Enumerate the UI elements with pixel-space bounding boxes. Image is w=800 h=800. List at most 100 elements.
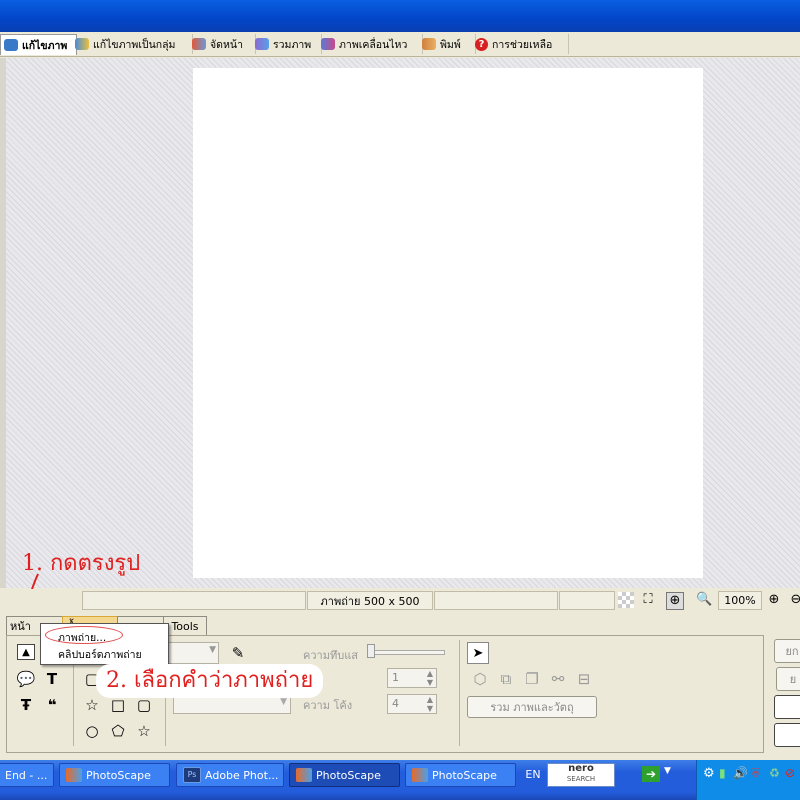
status-field-empty [559,591,615,610]
rounded-square-icon[interactable]: ▢ [135,696,153,714]
text-box-icon[interactable]: Ŧ [17,696,35,714]
chevron-down-icon: ▼ [209,645,216,655]
image-size-label: ภาพถ่าย 500 x 500 [307,591,433,610]
group-icon[interactable]: ⚯ [549,670,567,688]
divider [459,640,460,746]
language-indicator[interactable]: EN [522,763,544,787]
edit-photo-icon [4,39,18,51]
tab-label: จัดหน้า [210,38,243,51]
opacity-slider[interactable] [369,650,445,655]
tab-label: การช่วยเหลือ [492,38,553,51]
actual-size-icon[interactable]: ⊕ [666,592,684,610]
network-icon[interactable]: ⚙ [703,766,715,781]
spin-box-2[interactable]: 4 ▲ ▼ [387,694,437,714]
quote-icon[interactable]: ❝ [43,696,61,714]
taskbar-item-label: End - ... [5,768,48,782]
zoom-out-icon[interactable]: ⊖ [788,592,800,608]
photoshop-icon: Ps [183,767,201,783]
text-icon[interactable]: T [43,670,61,688]
bring-front-icon[interactable]: ⬡ [471,670,489,688]
insert-photo-menu: ภาพถ่าย... คลิปบอร์ดภาพถ่าย [40,623,169,665]
tab-label: ภาพเคลื่อนไหว [339,38,408,51]
chevron-down-icon: ▼ [280,697,287,707]
zoom-in-icon[interactable]: ⊕ [766,592,782,608]
speech-balloon-icon[interactable]: 💬 [17,670,36,688]
taskbar-item[interactable]: Ps Adobe Phot... [176,763,284,787]
zoom-level: 100% [718,591,762,610]
go-icon[interactable]: ➔ [642,766,660,782]
circle-icon[interactable]: ○ [83,722,101,740]
photoscape-icon [66,768,82,782]
spin-box-1[interactable]: 1 ▲ ▼ [387,668,437,688]
tab-tools-label: Tools [171,619,199,633]
tab-combine[interactable]: รวมภาพ [252,34,322,54]
tab-tools[interactable]: Tools [163,616,207,635]
select-pointer-icon[interactable]: ➤ [467,642,489,664]
main-tab-bar: แก้ไขภาพ แก้ไขภาพเป็นกลุ่ม จัดหน้า รวมภา… [0,32,800,57]
tab-help[interactable]: ? การช่วยเหลือ [472,34,569,54]
tab-page-layout[interactable]: จัดหน้า [189,34,256,54]
annotation-step2: 2. เลือกคำว่าภาพถ่าย [96,664,324,698]
star-outline-icon[interactable]: ☆ [135,722,153,740]
status-bar: ภาพถ่าย 500 x 500 ⛶ ⊕ 🔍 100% ⊕ ⊖ [0,589,800,611]
right-button-1[interactable]: ยก [774,639,800,663]
right-button-3[interactable] [774,695,800,719]
annotation-highlight-circle [45,626,123,644]
insert-photo-icon[interactable]: ▲ [17,644,35,660]
taskbar-item[interactable]: PhotoScape [59,763,170,787]
image-canvas[interactable] [193,68,703,578]
tab-home-label: หน้า [10,620,31,633]
right-button-2[interactable]: ย [776,667,800,691]
signal-icon[interactable]: ▮ [719,766,726,780]
zoom-icon[interactable]: 🔍 [696,592,712,608]
eyedropper-icon[interactable]: ✎ [229,644,247,662]
combine-objects-button[interactable]: รวม ภาพและวัตถุ [467,696,597,718]
opacity-slider-thumb[interactable] [367,644,375,658]
menu-item-clipboard[interactable]: คลิปบอร์ดภาพถ่าย [58,646,142,663]
status-field-empty [434,591,558,610]
tab-label: แก้ไขภาพเป็นกลุ่ม [93,38,176,51]
opacity-label: ความทึบแส [303,649,358,662]
spin-value: 4 [392,697,399,710]
tab-print[interactable]: พิมพ์ [419,34,476,54]
status-field-empty [82,591,306,610]
color-combo[interactable]: ▼ [167,642,219,664]
taskbar-item-active[interactable]: PhotoScape [289,763,400,787]
copy-icon[interactable]: ❐ [523,670,541,688]
tab-animated-gif[interactable]: ภาพเคลื่อนไหว [318,34,423,54]
rectangle-icon[interactable]: □ [109,696,127,714]
star-icon[interactable]: ☆ [83,696,101,714]
chevron-down-icon[interactable]: ▼ [664,766,671,776]
photoscape-icon [412,768,428,782]
taskbar-item[interactable]: End - ... [0,763,54,787]
nero-search-box[interactable]: nero SEARCH [547,763,615,787]
combine-icon [255,38,269,50]
delete-object-icon[interactable]: ⊟ [575,670,593,688]
tab-label: พิมพ์ [440,38,461,51]
tab-label: แก้ไขภาพ [22,39,68,52]
nero-search-brand: nero [568,763,594,774]
print-icon [422,38,436,50]
pentagon-icon[interactable]: ⬠ [109,722,127,740]
tab-label: รวมภาพ [273,38,312,51]
tab-batch-edit[interactable]: แก้ไขภาพเป็นกลุ่ม [72,34,193,54]
tab-edit-photo[interactable]: แก้ไขภาพ [0,34,77,55]
window-title-bar[interactable] [0,0,800,32]
alert-icon[interactable]: ⊘ [785,766,795,780]
fit-to-window-icon[interactable]: ⛶ [640,592,656,608]
update-icon[interactable]: ♻ [769,766,780,780]
batch-edit-icon [75,38,89,50]
taskbar-item-label: PhotoScape [432,768,497,782]
photoscape-icon [296,768,312,782]
transparency-icon[interactable] [618,592,634,608]
taskbar-item[interactable]: PhotoScape [405,763,516,787]
volume-icon[interactable]: 🔊 [733,766,748,780]
taskbar: End - ... PhotoScape Ps Adobe Phot... Ph… [0,760,800,800]
spinner-arrows-icon: ▲ ▼ [426,695,433,713]
security-icon[interactable]: ⛨ [751,766,760,781]
system-tray: ⚙ ▮ 🔊 ⛨ ♻ ⊘ [696,760,800,800]
duplicate-icon[interactable]: ⧉ [497,670,515,688]
page-layout-icon [192,38,206,50]
right-button-4[interactable] [774,723,800,747]
spinner-arrows-icon: ▲ ▼ [426,669,433,687]
